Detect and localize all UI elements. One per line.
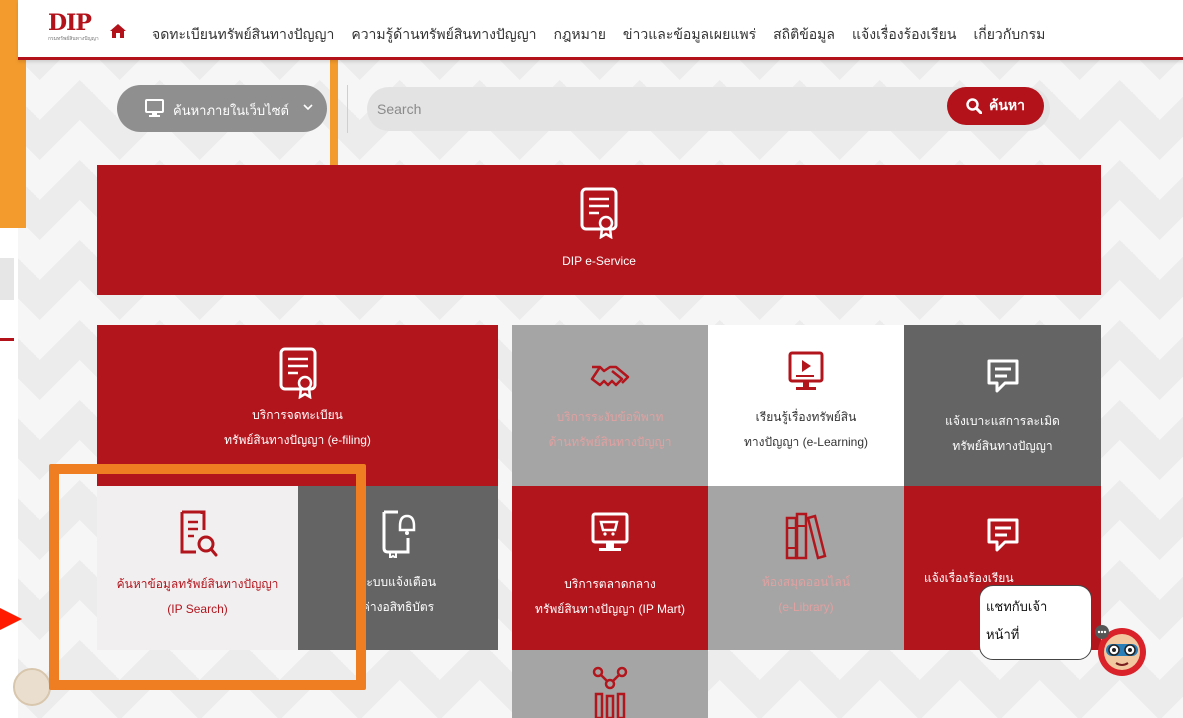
tile-label-line2: ทางปัญญา (e-Learning) [743,435,868,449]
chat-line2: หน้าที่ [986,628,1020,643]
nav-item-complaints[interactable]: แจ้งเรื่องร้องเรียน [852,24,956,46]
main-nav: จดทะเบียนทรัพย์สินทางปัญญา ความรู้ด้านทร… [152,24,1062,46]
site-header: DIP กรมทรัพย์สินทางปัญญา จดทะเบียนทรัพย์… [18,0,1183,60]
tile-label-line1: บริการจดทะเบียน [252,408,343,422]
tile-report-infringement[interactable]: แจ้งเบาะแสการละเมิด ทรัพย์สินทางปัญญา [904,325,1101,486]
chat-icon [987,518,1018,552]
monitor-icon [145,99,164,117]
search-scope-select[interactable]: ค้นหาภายในเว็บไซต์ [117,85,327,132]
tile-label-line2: ทรัพย์สินทางปัญญา [952,439,1053,453]
logo-text: DIP [48,10,92,36]
tile-label-line1: ห้องสมุดออนไลน์ [761,575,851,589]
network-chart-icon [592,666,628,718]
nav-item-about[interactable]: เกี่ยวกับกรม [973,24,1045,46]
nav-item-registration[interactable]: จดทะเบียนทรัพย์สินทางปัญญา [152,24,334,46]
tile-statistics[interactable] [512,650,708,718]
tile-label-line2: (e-Library) [778,600,834,614]
chat-line1: แชทกับเจ้า [986,600,1048,615]
video-lesson-icon [788,351,824,390]
page: DIP กรมทรัพย์สินทางปัญญา จดทะเบียนทรัพย์… [0,0,1183,718]
tile-elibrary[interactable]: ห้องสมุดออนไลน์ (e-Library) [708,486,904,650]
search-scope-label: ค้นหาภายในเว็บไซต์ [173,103,289,118]
book-alert-icon [382,510,416,558]
chevron-down-icon [303,104,313,111]
dip-logo[interactable]: DIP กรมทรัพย์สินทางปัญญา [48,10,99,50]
home-icon[interactable] [110,24,126,38]
search-button[interactable]: ค้นหา [947,87,1044,125]
tile-label-line2: ทรัพย์สินทางปัญญา (e-filing) [224,433,371,447]
tile-efiling[interactable]: บริการจดทะเบียน ทรัพย์สินทางปัญญา (e-fil… [97,325,498,486]
tile-label-line2: ด้านทรัพย์สินทางปัญญา [548,435,672,449]
tile-label-line1: แจ้งเบาะแสการละเมิด [945,414,1060,428]
tile-label-line1: บริการตลาดกลาง [564,577,656,591]
tile-ip-mart[interactable]: บริการตลาดกลาง ทรัพย์สินทางปัญญา (IP Mar… [512,486,708,650]
nav-item-law[interactable]: กฎหมาย [554,24,606,46]
search-input[interactable] [377,95,937,123]
books-icon [785,512,827,560]
tile-label-line1: เรียนรู้เรื่องทรัพย์สิน [755,410,857,424]
certificate-icon [580,187,618,239]
tile-elearning[interactable]: เรียนรู้เรื่องทรัพย์สิน ทางปัญญา (e-Lear… [708,325,904,486]
online-shop-icon [591,512,629,551]
tile-label-line2: ทรัพย์สินทางปัญญา (IP Mart) [535,602,685,616]
nav-item-news[interactable]: ข่าวและข้อมูลเผยแพร่ [623,24,756,46]
background-window-red-line [0,338,14,341]
divider [347,85,348,133]
tile-dispute-resolution[interactable]: บริการระงับข้อพิพาท ด้านทรัพย์สินทางปัญญ… [512,325,708,486]
logo-subtitle: กรมทรัพย์สินทางปัญญา [48,36,99,42]
nav-item-knowledge[interactable]: ความรู้ด้านทรัพย์สินทางปัญญา [351,24,536,46]
search-icon [966,98,982,114]
certificate-icon [279,347,316,399]
tile-label-line1: บริการระงับข้อพิพาท [556,410,664,424]
tile-label: DIP e-Service [562,254,636,268]
chat-bubble[interactable]: แชทกับเจ้า หน้าที่ [979,585,1092,660]
chat-mascot-icon[interactable] [1092,620,1146,684]
chat-icon [987,359,1018,393]
background-window-orange-edge [0,0,18,228]
background-window-gray-block [0,258,14,300]
highlight-box [49,464,366,690]
handshake-icon [590,365,630,387]
search-button-label: ค้นหา [988,97,1026,113]
tile-dip-eservice[interactable]: DIP e-Service [97,165,1101,295]
pointer-arrow [0,608,22,630]
cookie-avatar-icon[interactable] [13,668,51,706]
nav-item-statistics[interactable]: สถิติข้อมูล [773,24,835,46]
